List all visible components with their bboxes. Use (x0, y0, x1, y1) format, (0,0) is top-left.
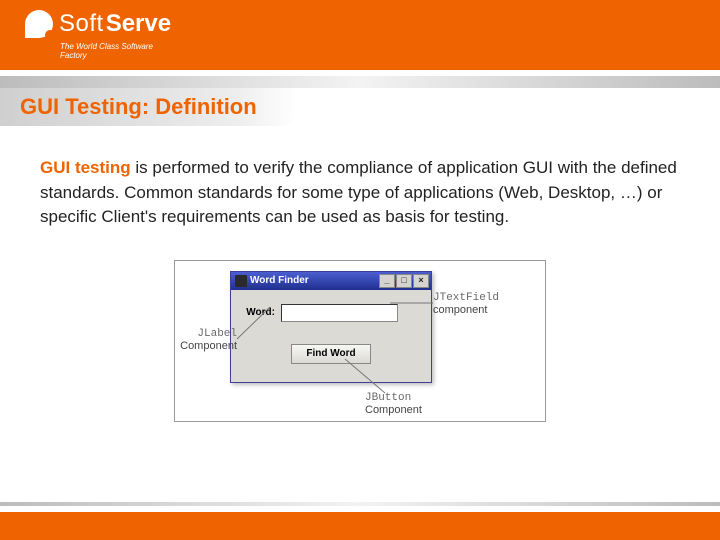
brand-tagline: The World Class Software Factory (60, 42, 171, 60)
annotation-textfield-type: JTextField (433, 292, 499, 304)
annotation-textfield: JTextField component (433, 291, 499, 316)
brand-name-2: Serve (106, 10, 171, 38)
definition-paragraph: GUI testing is performed to verify the c… (40, 156, 680, 230)
annotation-label-type: JLabel (197, 328, 237, 340)
window-controls: _ □ × (378, 274, 429, 288)
annotation-label-word: Component (180, 340, 237, 352)
minimize-button[interactable]: _ (379, 274, 395, 288)
maximize-button[interactable]: □ (396, 274, 412, 288)
example-window: Word Finder _ □ × Word: Find Word (230, 271, 432, 383)
annotation-label: JLabel Component (177, 327, 237, 352)
header-shadow (0, 76, 720, 88)
definition-lead: GUI testing (40, 158, 131, 177)
find-word-button[interactable]: Find Word (291, 344, 371, 364)
word-label: Word: (241, 307, 275, 318)
footer-bar (0, 512, 720, 540)
header-bar: Soft Serve The World Class Software Fact… (0, 0, 720, 70)
annotation-button-type: JButton (365, 392, 411, 404)
brand-name-1: Soft (59, 10, 104, 38)
word-row: Word: (241, 304, 421, 322)
window-icon (235, 275, 247, 287)
example-illustration: Word Finder _ □ × Word: Find Word JTextF… (174, 260, 546, 422)
close-button[interactable]: × (413, 274, 429, 288)
brand-icon (25, 10, 53, 38)
brand-logo: Soft Serve The World Class Software Fact… (25, 10, 171, 38)
annotation-textfield-word: component (433, 304, 487, 316)
window-body: Word: Find Word (231, 290, 431, 378)
annotation-button-word: Component (365, 404, 422, 416)
title-container: GUI Testing: Definition (0, 88, 720, 126)
window-titlebar: Word Finder _ □ × (231, 272, 431, 290)
word-input[interactable] (281, 304, 398, 322)
annotation-button: JButton Component (365, 391, 422, 416)
definition-rest: is performed to verify the compliance of… (40, 158, 677, 226)
slide-title: GUI Testing: Definition (0, 88, 297, 126)
window-title-text: Word Finder (250, 275, 309, 286)
